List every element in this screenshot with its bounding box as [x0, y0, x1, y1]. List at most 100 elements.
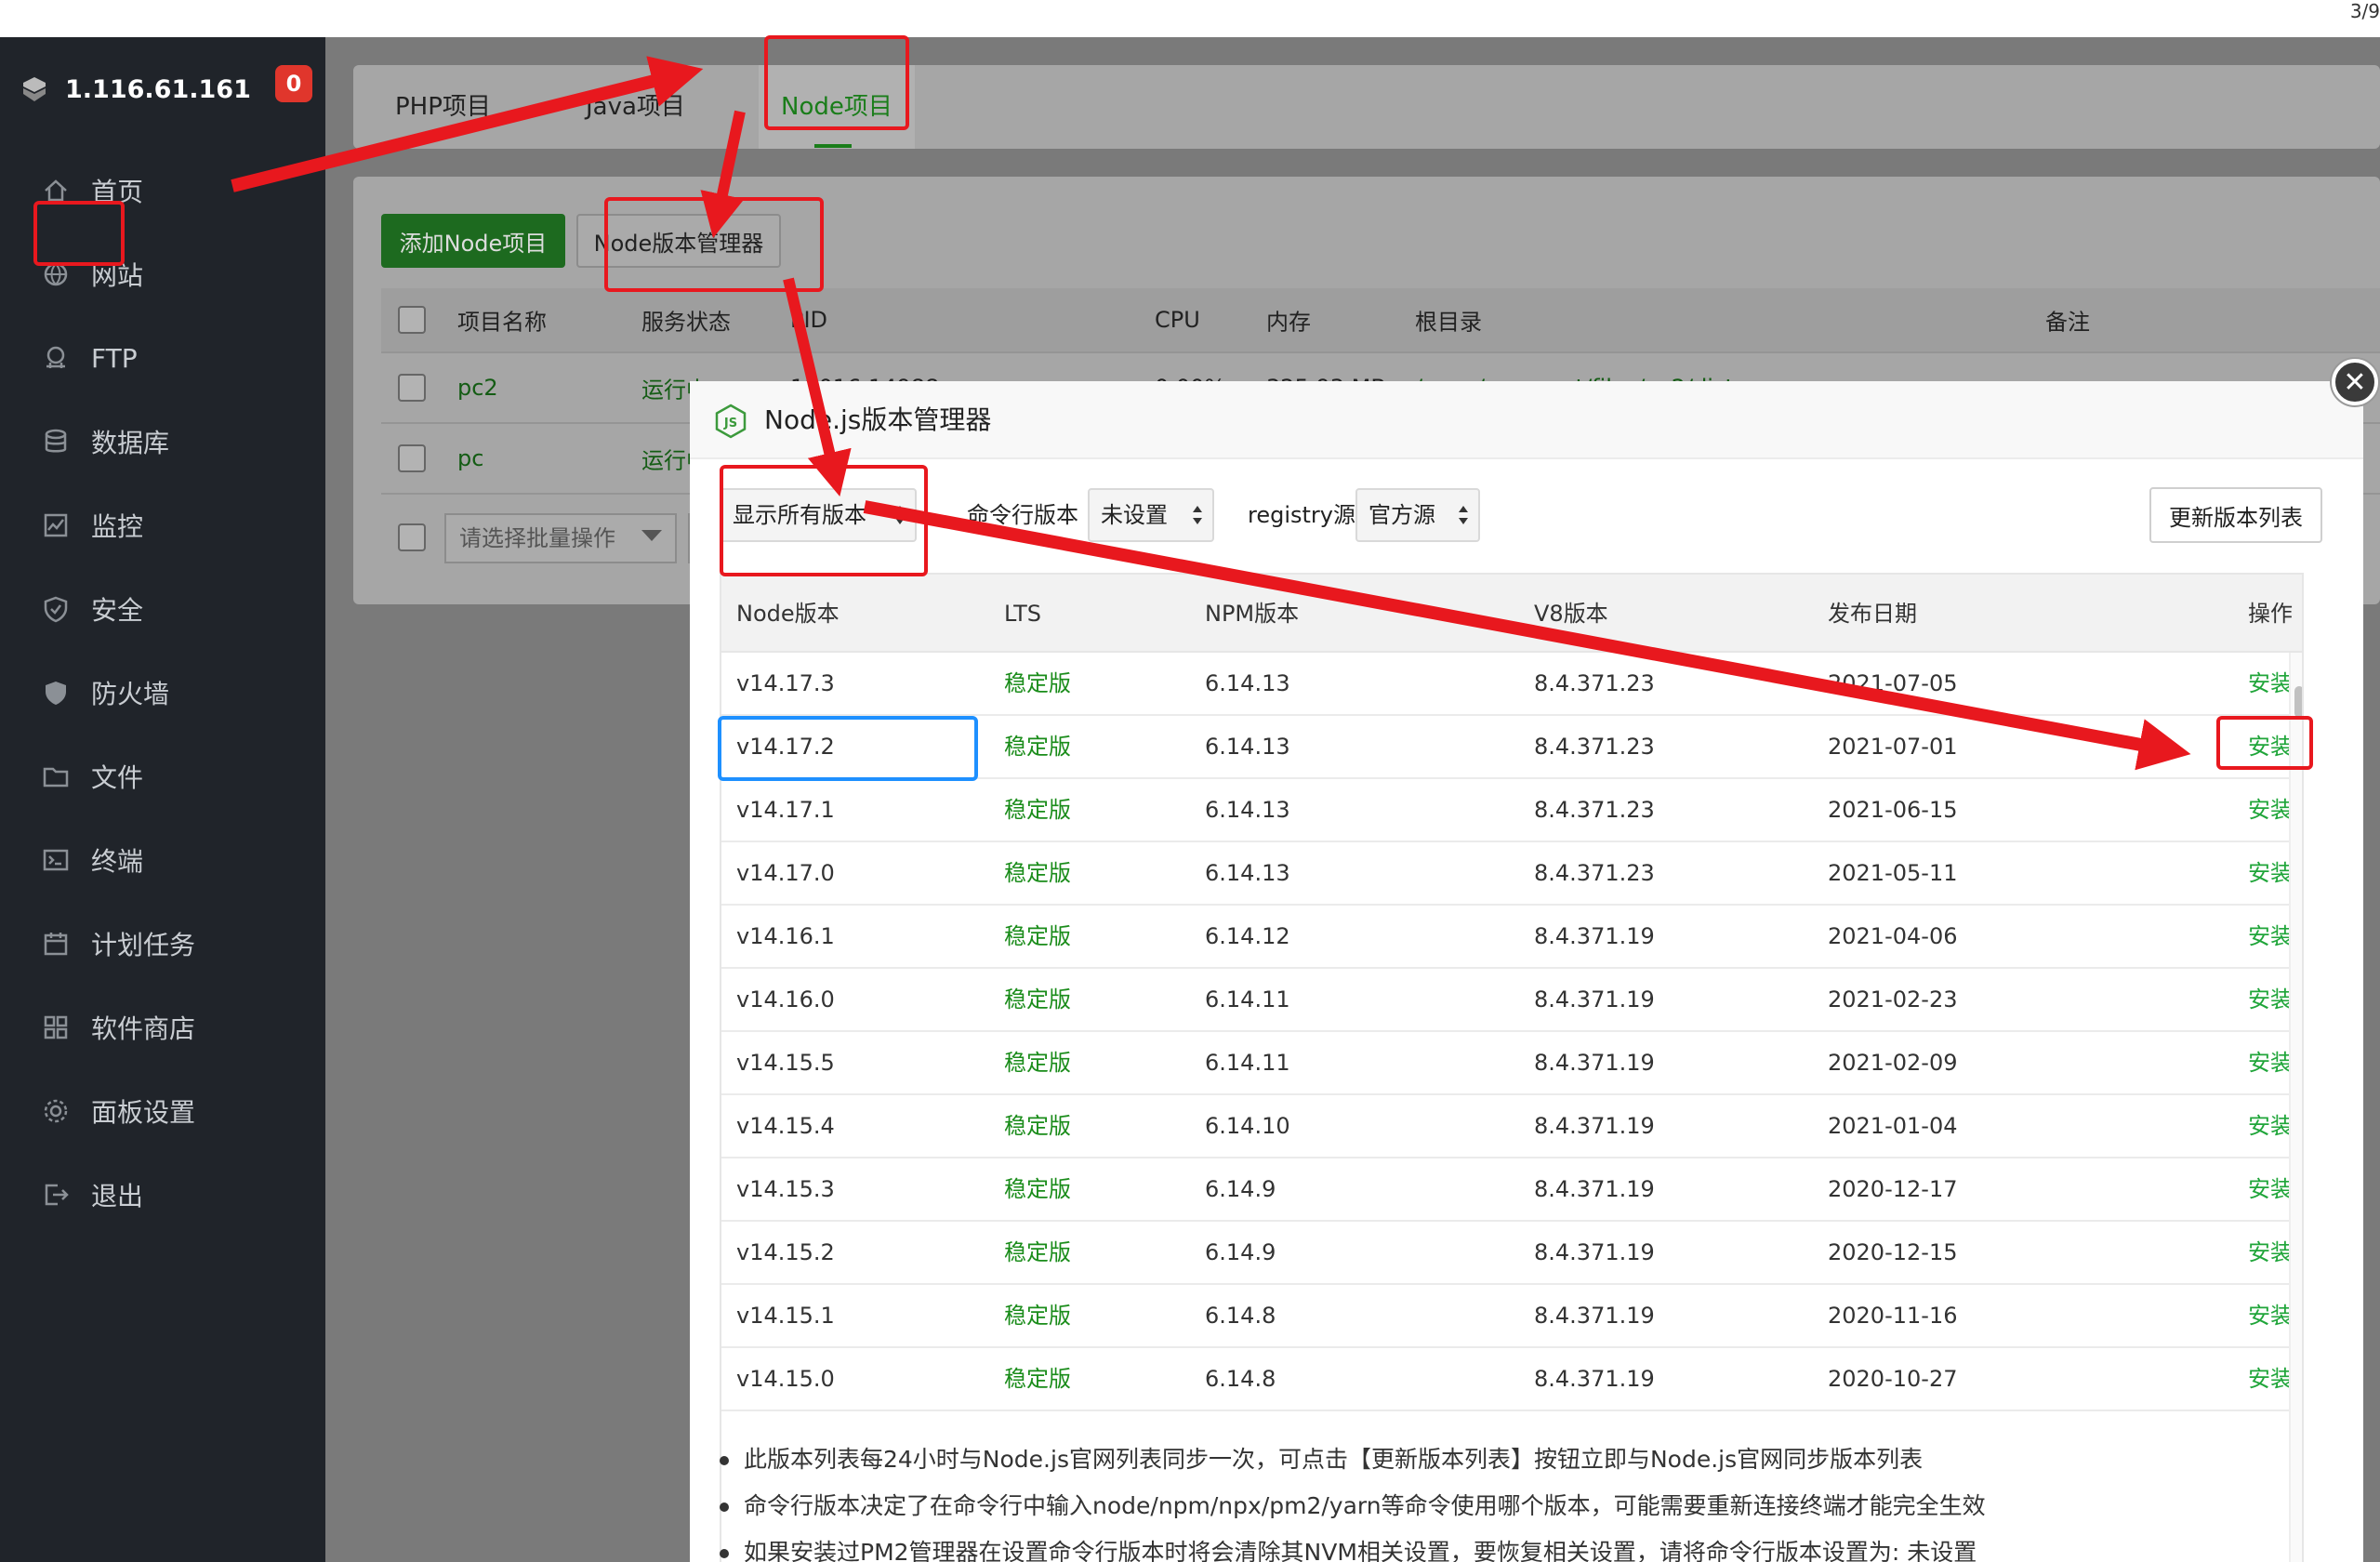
add-node-project-button[interactable]: 添加Node项目 — [381, 214, 565, 268]
note-item: 此版本列表每24小时与Node.js官网列表同步一次，可点击【更新版本列表】按钮… — [716, 1436, 2334, 1483]
sidebar-item-store[interactable]: 软件商店 — [0, 986, 325, 1069]
note-text: 命令行版本决定了在命令行中输入node/npm/npx/pm2/yarn等命令使… — [744, 1492, 1986, 1519]
sidebar-item-terminal[interactable]: 终端 — [0, 818, 325, 902]
install-link[interactable]: 安装 — [2248, 1095, 2293, 1157]
cell-npm: 6.14.13 — [1205, 734, 1290, 760]
shield-icon — [41, 594, 71, 624]
terminal-icon — [41, 845, 71, 875]
note-item: 如果安装过PM2管理器在设置命令行版本时将会清除其NVM相关设置，要恢复相关设置… — [716, 1529, 2334, 1562]
row-checkbox[interactable] — [398, 374, 426, 402]
col-header: 内存 — [1266, 309, 1311, 336]
cell-lts: 稳定版 — [1004, 1239, 1071, 1265]
select-all-checkbox[interactable] — [398, 306, 426, 334]
cell-npm: 6.14.11 — [1205, 1050, 1290, 1076]
install-link[interactable]: 安装 — [2248, 1158, 2293, 1220]
sidebar-item-label: 面板设置 — [91, 1097, 196, 1128]
install-link[interactable]: 安装 — [2248, 969, 2293, 1030]
project-name-link[interactable]: pc — [457, 445, 483, 471]
select-value: 官方源 — [1368, 502, 1435, 528]
col-header: 项目名称 — [457, 309, 547, 336]
cell-npm: 6.14.8 — [1205, 1303, 1276, 1329]
cell-date: 2021-02-23 — [1828, 986, 1958, 1013]
tab-active-indicator — [814, 144, 852, 148]
notes-list: 此版本列表每24小时与Node.js官网列表同步一次，可点击【更新版本列表】按钮… — [716, 1436, 2334, 1562]
project-name-link[interactable]: pc2 — [457, 375, 498, 401]
col-header: NPM版本 — [1205, 601, 1300, 627]
cell-version: v14.15.2 — [736, 1239, 835, 1265]
cell-version: v14.15.0 — [736, 1366, 835, 1392]
sidebar-item-ftp[interactable]: FTP — [0, 316, 325, 400]
cell-version: v14.15.3 — [736, 1176, 835, 1202]
cell-v8: 8.4.371.19 — [1534, 1113, 1655, 1139]
sidebar-item-files[interactable]: 文件 — [0, 735, 325, 818]
cell-v8: 8.4.371.23 — [1534, 797, 1655, 823]
sidebar-item-logout[interactable]: 退出 — [0, 1153, 325, 1237]
sidebar-item-label: 退出 — [91, 1181, 144, 1211]
cell-date: 2020-12-17 — [1828, 1176, 1958, 1202]
cell-version: v14.16.1 — [736, 923, 835, 949]
scrollbar[interactable] — [2289, 653, 2302, 1562]
cell-lts: 稳定版 — [1004, 734, 1071, 760]
tab-java[interactable]: Java项目 — [586, 65, 685, 149]
notification-badge[interactable]: 0 — [275, 65, 312, 102]
sidebar-item-label: 文件 — [91, 762, 144, 793]
update-version-list-button[interactable]: 更新版本列表 — [2149, 487, 2322, 543]
bullet-icon — [720, 1549, 729, 1558]
gear-icon — [41, 1096, 71, 1126]
table-header: 项目名称 服务状态 PID CPU 内存 根目录 备注 — [381, 288, 2380, 353]
registry-select[interactable]: 官方源 — [1355, 488, 1480, 542]
folder-icon — [41, 761, 71, 791]
cell-lts: 稳定版 — [1004, 797, 1071, 823]
annotation-highlight-manager-button — [604, 197, 824, 292]
install-link[interactable]: 安装 — [2248, 842, 2293, 904]
apps-icon — [41, 1013, 71, 1042]
sidebar-item-database[interactable]: 数据库 — [0, 400, 325, 483]
scrollbar-thumb[interactable] — [2294, 686, 2302, 718]
annotation-highlight-node-tab — [764, 35, 909, 130]
install-link[interactable]: 安装 — [2248, 1222, 2293, 1283]
registry-label: registry源 — [1248, 502, 1355, 528]
sidebar-item-label: 计划任务 — [91, 930, 196, 960]
dialog-header: JS Node.js版本管理器 — [690, 381, 2363, 459]
close-icon[interactable]: ✕ — [2332, 359, 2378, 405]
cell-v8: 8.4.371.19 — [1534, 923, 1655, 949]
sidebar-item-label: 安全 — [91, 595, 144, 626]
install-link[interactable]: 安装 — [2248, 779, 2293, 841]
cell-date: 2021-04-06 — [1828, 923, 1958, 949]
sidebar-item-cron[interactable]: 计划任务 — [0, 902, 325, 986]
install-link[interactable]: 安装 — [2248, 1285, 2293, 1346]
note-item: 命令行版本决定了在命令行中输入node/npm/npx/pm2/yarn等命令使… — [716, 1483, 2334, 1529]
col-header: 备注 — [2045, 309, 2090, 336]
col-header: 根目录 — [1415, 309, 1482, 336]
table-row: v14.15.5 稳定版 6.14.11 8.4.371.19 2021-02-09 安装 — [721, 1032, 2302, 1095]
sidebar-item-settings[interactable]: 面板设置 — [0, 1069, 325, 1153]
cli-version-select[interactable]: 未设置 — [1088, 488, 1214, 542]
install-link[interactable]: 安装 — [2248, 653, 2293, 714]
sidebar-item-monitor[interactable]: 监控 — [0, 483, 325, 567]
table-row: v14.17.1 稳定版 6.14.13 8.4.371.23 2021-06-15 安装 — [721, 779, 2302, 842]
batch-select-checkbox[interactable] — [398, 523, 426, 551]
node-version-manager-dialog: JS Node.js版本管理器 显示所有版本 命令行版本 未设置 registr… — [690, 381, 2363, 1562]
tab-php[interactable]: PHP项目 — [395, 65, 491, 149]
sidebar-item-firewall[interactable]: 防火墙 — [0, 651, 325, 735]
cell-npm: 6.14.13 — [1205, 797, 1290, 823]
logout-icon — [41, 1180, 71, 1210]
install-link[interactable]: 安装 — [2248, 1032, 2293, 1093]
sidebar-item-security[interactable]: 安全 — [0, 567, 325, 651]
row-checkbox[interactable] — [398, 444, 426, 472]
col-header: PID — [790, 307, 828, 333]
bullet-icon — [720, 1456, 729, 1465]
cell-version: v14.17.0 — [736, 860, 835, 886]
cell-date: 2021-05-11 — [1828, 860, 1958, 886]
top-bar: 3/9 — [0, 0, 2380, 37]
install-link[interactable]: 安装 — [2248, 1348, 2293, 1410]
cell-npm: 6.14.11 — [1205, 986, 1290, 1013]
sidebar-item-label: 数据库 — [91, 428, 170, 458]
dialog-title: Node.js版本管理器 — [764, 404, 992, 435]
install-link[interactable]: 安装 — [2248, 906, 2293, 967]
cell-date: 2021-01-04 — [1828, 1113, 1958, 1139]
sidebar-item-label: 监控 — [91, 511, 144, 542]
cli-version-label: 命令行版本 — [967, 502, 1078, 528]
cell-npm: 6.14.8 — [1205, 1366, 1276, 1392]
cell-v8: 8.4.371.19 — [1534, 1050, 1655, 1076]
